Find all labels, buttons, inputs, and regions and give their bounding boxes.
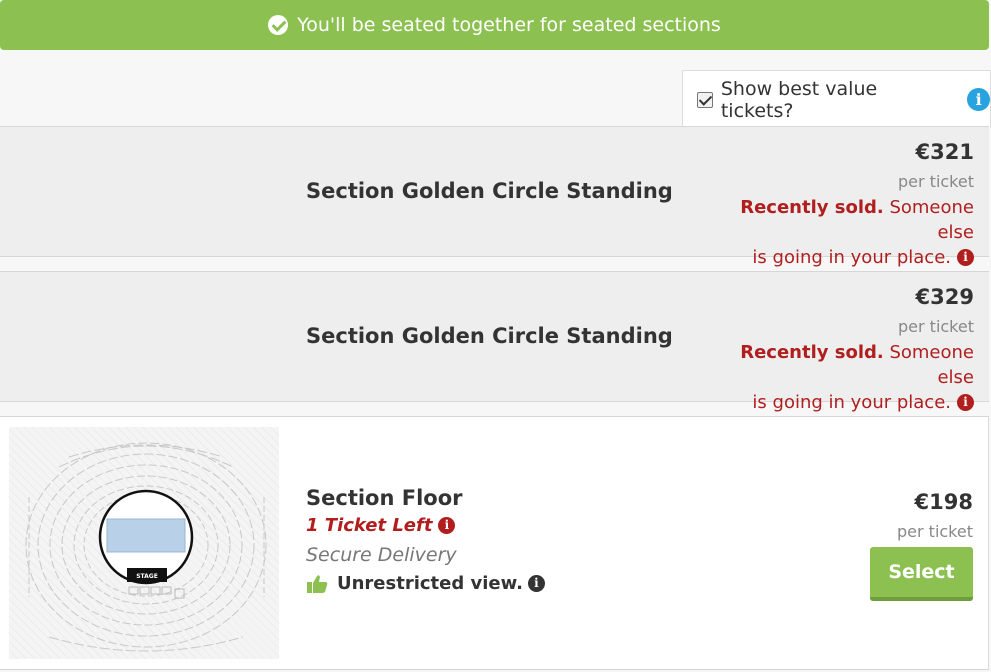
tickets-left-label: 1 Ticket Left i (306, 515, 456, 536)
best-value-label: Show best value tickets? (720, 77, 878, 122)
price: €329 (915, 285, 974, 309)
section-name: Section Floor (306, 486, 463, 510)
per-ticket-label: per ticket (898, 172, 974, 191)
seat-map[interactable]: STAGE (9, 427, 279, 659)
price: €198 (914, 490, 973, 514)
listing-row[interactable]: STAGE Section Floor 1 Ticket Left i Secur… (0, 416, 989, 670)
listing-row[interactable]: Section Golden Circle Standing €329 per … (0, 271, 989, 413)
check-circle-icon (268, 15, 289, 35)
info-icon[interactable]: i (957, 249, 974, 266)
info-icon[interactable]: i (438, 517, 456, 534)
section-name: Section Golden Circle Standing (306, 179, 673, 203)
select-button[interactable]: Select (870, 547, 973, 601)
recently-sold-label: Recently sold. (740, 197, 884, 218)
delivery-label: Secure Delivery (306, 544, 457, 566)
banner-text: You'll be seated together for seated sec… (297, 14, 721, 36)
best-value-checkbox[interactable] (697, 91, 713, 108)
thumbs-up-icon (307, 574, 328, 593)
stage-label: STAGE (136, 573, 158, 580)
sold-text-2: is going in your place. (752, 392, 951, 413)
best-value-toggle[interactable]: Show best value tickets? i (682, 70, 991, 128)
per-ticket-label: per ticket (897, 522, 973, 541)
view-text: Unrestricted view. (337, 573, 523, 594)
per-ticket-label: per ticket (898, 317, 974, 336)
price: €321 (915, 140, 974, 164)
seated-together-banner: You'll be seated together for seated sec… (0, 0, 989, 50)
info-icon[interactable]: i (527, 575, 545, 592)
info-icon[interactable]: i (957, 394, 974, 411)
recently-sold-notice: Recently sold. Someone else is going in … (704, 340, 974, 415)
recently-sold-notice: Recently sold. Someone else is going in … (704, 195, 974, 270)
tickets-left-text: 1 Ticket Left (306, 515, 433, 536)
listing-row[interactable]: Section Golden Circle Standing €321 per … (0, 126, 989, 268)
sold-text-1: Someone else (889, 342, 974, 388)
section-name: Section Golden Circle Standing (306, 324, 673, 348)
sold-text-1: Someone else (889, 197, 974, 243)
info-icon[interactable]: i (967, 88, 990, 111)
sold-text-2: is going in your place. (752, 247, 951, 268)
stadium-map-graphic: STAGE (25, 442, 267, 652)
view-label: Unrestricted view. i (306, 573, 545, 594)
recently-sold-label: Recently sold. (740, 342, 884, 363)
